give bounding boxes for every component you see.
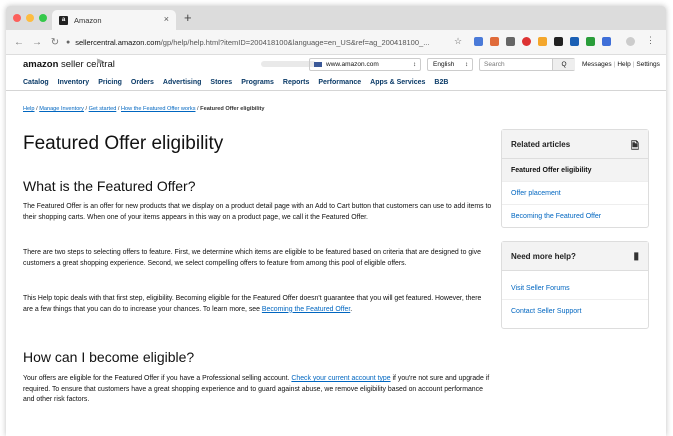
help-link[interactable]: Help <box>617 61 630 68</box>
extension-icon[interactable] <box>522 37 531 46</box>
extension-icon[interactable] <box>602 37 611 46</box>
browser-tab[interactable]: a Amazon × <box>52 10 176 30</box>
breadcrumb-manage-inventory[interactable]: Manage Inventory <box>39 106 84 112</box>
messages-link[interactable]: Messages <box>582 61 612 68</box>
nav-item-b2b[interactable]: B2B <box>434 79 448 86</box>
window-controls <box>13 14 47 22</box>
chevron-updown-icon: ↕ <box>465 61 468 68</box>
extension-icon[interactable] <box>554 37 563 46</box>
close-window-button[interactable] <box>13 14 21 22</box>
nav-item-stores[interactable]: Stores <box>210 79 232 86</box>
lock-icon: ● <box>66 38 71 46</box>
browser-menu-icon[interactable]: ⋮ <box>646 35 655 46</box>
paragraph: There are two steps to selecting offers … <box>23 249 481 267</box>
page-title: Featured Offer eligibility <box>23 133 224 154</box>
extension-icon[interactable] <box>538 37 547 46</box>
amazon-favicon-icon: a <box>59 15 68 25</box>
panel-header: Need more help? ▮ <box>502 242 648 271</box>
profile-avatar[interactable] <box>626 37 635 46</box>
maximize-window-button[interactable] <box>39 14 47 22</box>
section-heading: What is the Featured Offer? <box>23 178 196 194</box>
marketplace-select[interactable]: www.amazon.com ↕ <box>309 58 421 71</box>
new-tab-button[interactable]: + <box>184 10 192 25</box>
breadcrumb-help[interactable]: Help <box>23 106 35 112</box>
related-article-item[interactable]: Featured Offer eligibility <box>502 159 648 181</box>
account-name-redacted <box>261 61 316 67</box>
language-value: English <box>433 61 455 68</box>
extension-icon[interactable] <box>570 37 579 46</box>
related-article-item[interactable]: Becoming the Featured Offer <box>502 204 648 227</box>
nav-item-reports[interactable]: Reports <box>283 79 309 86</box>
becoming-featured-offer-link[interactable]: Becoming the Featured Offer <box>262 306 350 313</box>
url-path: /gp/help/help.html?itemID=200418100&lang… <box>160 37 430 47</box>
us-flag-icon <box>314 62 322 67</box>
logo-light-text: seller central <box>58 59 115 70</box>
nav-item-advertising[interactable]: Advertising <box>163 79 202 86</box>
extension-icon[interactable] <box>490 37 499 46</box>
related-article-item[interactable]: Offer placement <box>502 181 648 204</box>
paragraph: This Help topic deals with that first st… <box>23 295 482 313</box>
nav-item-pricing[interactable]: Pricing <box>98 79 122 86</box>
panel-title: Related articles <box>511 139 571 149</box>
browser-toolbar: ← → ↻ ● sellercentral.amazon.com /gp/hel… <box>6 30 666 55</box>
nav-item-performance[interactable]: Performance <box>318 79 361 86</box>
contact-support-link[interactable]: Contact Seller Support <box>502 299 648 322</box>
marketplace-value: www.amazon.com <box>326 61 379 68</box>
seller-header: amazon seller central ⚑ www.amazon.com ↕… <box>6 55 666 75</box>
forward-icon[interactable]: → <box>32 37 42 48</box>
paragraph: Your offers are eligible for the Feature… <box>23 375 490 403</box>
extension-icon[interactable] <box>474 37 483 46</box>
settings-link[interactable]: Settings <box>636 61 660 68</box>
need-help-panel: Need more help? ▮ Visit Seller Forums Co… <box>501 241 649 329</box>
language-select[interactable]: English ↕ <box>427 58 473 71</box>
breadcrumb-featured-offer-works[interactable]: How the Featured Offer works <box>121 106 196 112</box>
panel-title: Need more help? <box>511 251 576 261</box>
address-bar[interactable]: ● sellercentral.amazon.com /gp/help/help… <box>66 34 446 50</box>
paragraph: The Featured Offer is an offer for new p… <box>23 203 492 221</box>
nav-item-programs[interactable]: Programs <box>241 79 274 86</box>
extension-icon[interactable] <box>506 37 515 46</box>
logo-bold-text: amazon <box>23 59 59 70</box>
reload-icon[interactable]: ↻ <box>50 37 60 48</box>
nav-item-apps-services[interactable]: Apps & Services <box>370 79 425 86</box>
tab-close-icon[interactable]: × <box>164 14 169 24</box>
nav-item-inventory[interactable]: Inventory <box>58 79 90 86</box>
chat-icon: ▮ <box>633 251 639 262</box>
flag-icon[interactable]: ⚑ <box>95 58 104 69</box>
search-button[interactable]: Q <box>552 59 575 70</box>
document-icon: 🗎 <box>630 141 639 152</box>
related-articles-panel: Related articles 🗎 Featured Offer eligib… <box>501 129 649 228</box>
breadcrumb-current: Featured Offer eligibility <box>200 106 265 112</box>
check-account-type-link[interactable]: Check your current account type <box>291 375 390 382</box>
back-icon[interactable]: ← <box>14 37 24 48</box>
nav-item-orders[interactable]: Orders <box>131 79 154 86</box>
section-heading: How can I become eligible? <box>23 349 195 365</box>
breadcrumb-get-started[interactable]: Get started <box>89 106 117 112</box>
minimize-window-button[interactable] <box>26 14 34 22</box>
tab-title: Amazon <box>74 15 102 25</box>
browser-window: a Amazon × + ← → ↻ ● sellercentral.amazo… <box>6 6 666 436</box>
main-nav: Catalog Inventory Pricing Orders Adverti… <box>6 75 666 91</box>
seller-forums-link[interactable]: Visit Seller Forums <box>502 277 648 299</box>
panel-header: Related articles 🗎 <box>502 130 648 159</box>
header-links: Messages | Help | Settings <box>582 61 660 68</box>
tab-strip: a Amazon × + <box>6 6 666 30</box>
chevron-updown-icon: ↕ <box>413 61 416 68</box>
nav-item-catalog[interactable]: Catalog <box>23 79 49 86</box>
extension-icon[interactable] <box>586 37 595 46</box>
star-icon[interactable]: ☆ <box>454 36 462 47</box>
breadcrumb: Help / Manage Inventory / Get started / … <box>23 106 265 112</box>
url-host: sellercentral.amazon.com <box>75 37 161 47</box>
